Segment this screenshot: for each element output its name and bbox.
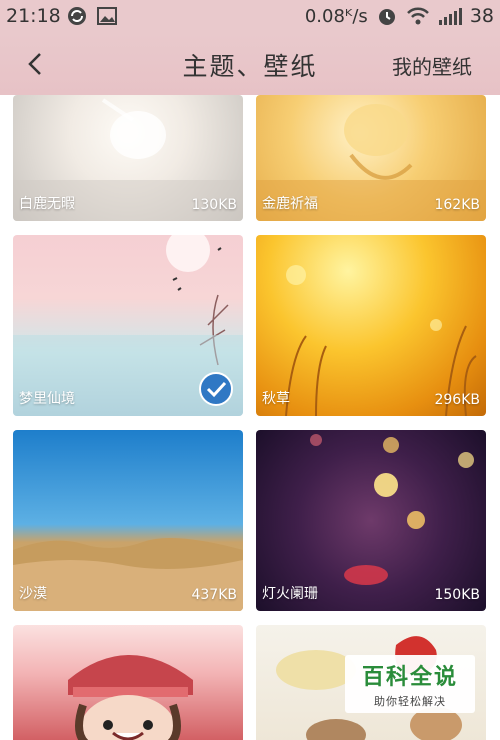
wallpaper-size: 150KB	[434, 587, 480, 603]
selected-check-icon	[199, 372, 233, 406]
wallpaper-thumbnail	[285, 265, 477, 416]
status-bar: 21:18 0.08ᴷ/s 38	[0, 0, 500, 33]
wallpaper-card[interactable]: 沙漠 437KB	[13, 430, 243, 611]
watermark-badge: 百科全说 助你轻松解决	[345, 655, 475, 713]
wallpaper-size: 162KB	[434, 197, 480, 213]
wallpaper-size: 130KB	[191, 197, 237, 213]
my-wallpaper-link[interactable]: 我的壁纸	[392, 51, 472, 80]
header-bar: 主题、壁纸 我的壁纸	[0, 33, 500, 95]
wallpaper-card[interactable]: 梦里仙境	[13, 235, 243, 416]
wallpaper-name: 沙漠	[19, 586, 47, 602]
signal-icon	[438, 8, 462, 25]
alarm-icon	[378, 9, 395, 25]
wallpaper-name: 灯火阑珊	[262, 586, 318, 602]
network-speed: 0.08ᴷ/s	[304, 5, 368, 27]
wallpaper-name: 秋草	[262, 391, 290, 407]
wallpaper-name: 白鹿无暇	[19, 196, 75, 212]
wifi-icon	[406, 7, 429, 25]
wallpaper-grid: 白鹿无暇 130KB 金鹿祈福 162KB 梦里仙境 秋草 296KB 沙漠 4…	[0, 95, 500, 740]
wallpaper-thumbnail	[13, 537, 243, 611]
wallpaper-card[interactable]: 白鹿无暇 130KB	[13, 95, 243, 221]
wallpaper-card[interactable]: 秋草 296KB	[256, 235, 486, 416]
wallpaper-size: 437KB	[191, 587, 237, 603]
watermark-title: 百科全说	[361, 665, 458, 690]
battery-level: 38	[469, 5, 494, 27]
wallpaper-name: 梦里仙境	[19, 391, 75, 407]
sync-icon	[68, 7, 86, 25]
wallpaper-name: 金鹿祈福	[262, 196, 318, 212]
wallpaper-thumbnail	[68, 655, 193, 740]
status-time: 21:18	[6, 5, 61, 27]
wallpaper-size: 296KB	[434, 392, 480, 408]
wallpaper-card[interactable]: 灯火阑珊 150KB	[256, 430, 486, 611]
image-icon	[97, 7, 117, 25]
wallpaper-card[interactable]	[13, 625, 243, 740]
watermark-subtitle: 助你轻松解决	[374, 695, 446, 708]
wallpaper-card[interactable]: 金鹿祈福 162KB	[256, 95, 486, 221]
